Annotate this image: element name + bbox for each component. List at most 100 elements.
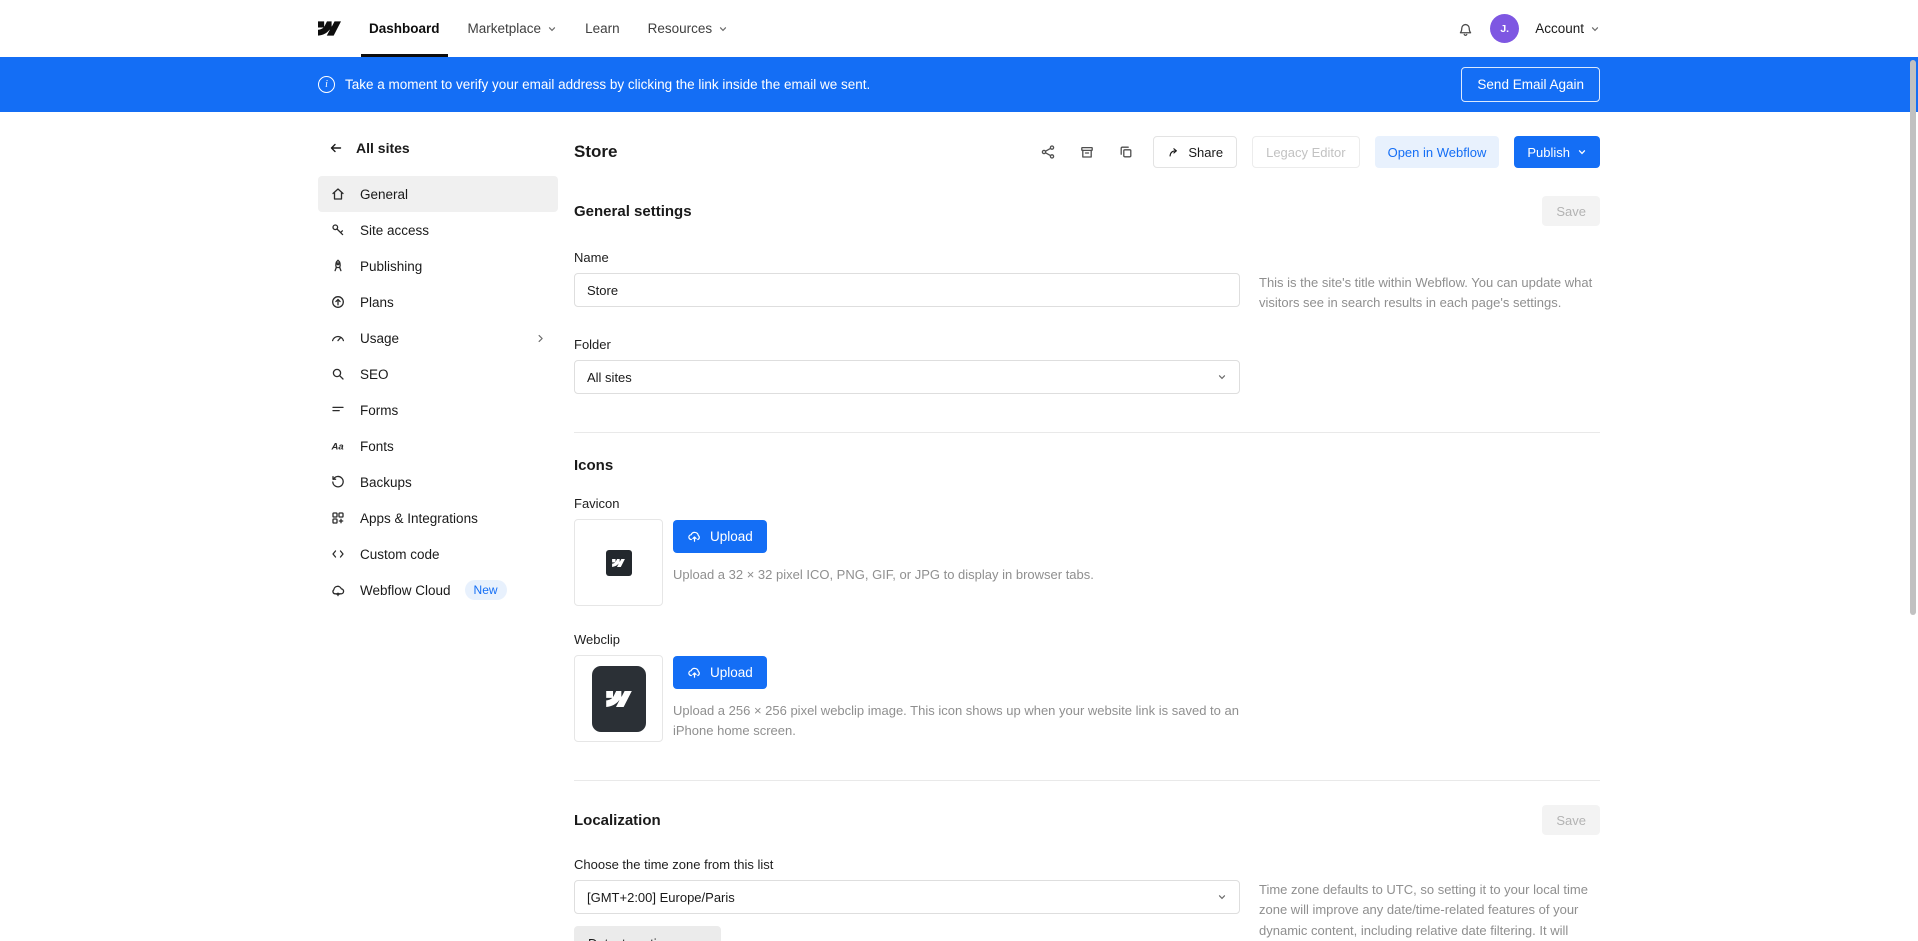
sidebar-item-label: Apps & Integrations: [360, 511, 478, 526]
webclip-preview: [574, 655, 663, 742]
restore-icon: [330, 474, 346, 490]
rocket-icon: [330, 258, 346, 274]
timezone-select[interactable]: [GMT+2:00] Europe/Paris: [574, 880, 1240, 914]
timezone-select-value: [GMT+2:00] Europe/Paris: [587, 890, 735, 905]
account-menu[interactable]: Account: [1535, 21, 1600, 36]
sidebar-item-general[interactable]: General: [318, 176, 558, 212]
banner-message: Take a moment to verify your email addre…: [345, 77, 870, 92]
sidebar-item-fonts[interactable]: Aa Fonts: [318, 428, 558, 464]
sidebar-item-apps-integrations[interactable]: Apps & Integrations: [318, 500, 558, 536]
user-avatar[interactable]: J.: [1490, 14, 1519, 43]
upload-label: Upload: [710, 529, 753, 544]
svg-text:Aa: Aa: [331, 442, 344, 453]
nav-tab-resources[interactable]: Resources: [634, 0, 743, 57]
sidebar-item-usage[interactable]: Usage: [318, 320, 558, 356]
chevron-down-icon: [1577, 147, 1587, 157]
sidebar-item-plans[interactable]: Plans: [318, 284, 558, 320]
name-field-label: Name: [574, 250, 1240, 265]
upload-cloud-icon: [687, 529, 702, 544]
legacy-editor-button[interactable]: Legacy Editor: [1252, 136, 1360, 168]
section-divider: [574, 780, 1600, 781]
apps-grid-icon: [330, 510, 346, 526]
nav-tab-resources-label: Resources: [648, 21, 713, 36]
nav-tab-learn-label: Learn: [585, 21, 620, 36]
sidebar-item-label: Backups: [360, 475, 412, 490]
section-divider: [574, 432, 1600, 433]
duplicate-icon[interactable]: [1114, 140, 1138, 164]
open-in-webflow-button[interactable]: Open in Webflow: [1375, 136, 1500, 168]
timezone-help-text: Time zone defaults to UTC, so setting it…: [1259, 835, 1595, 941]
page-title: Store: [574, 142, 617, 162]
sidebar-item-custom-code[interactable]: Custom code: [318, 536, 558, 572]
chevron-down-icon: [1217, 892, 1227, 902]
webflow-logo-icon[interactable]: [318, 0, 341, 57]
arrow-up-circle-icon: [330, 294, 346, 310]
detect-timezone-button[interactable]: Detect my time zone: [574, 926, 721, 941]
nav-tab-learn[interactable]: Learn: [571, 0, 634, 57]
chevron-right-icon: [535, 333, 546, 344]
name-help-text: This is the site's title within Webflow.…: [1259, 226, 1595, 313]
sidebar-item-label: Site access: [360, 223, 429, 238]
folder-field-label: Folder: [574, 337, 1240, 352]
key-icon: [330, 222, 346, 238]
upload-label: Upload: [710, 665, 753, 680]
top-navigation: Dashboard Marketplace Learn Resources J.: [0, 0, 1918, 57]
upload-cloud-icon: [687, 665, 702, 680]
code-icon: [330, 546, 346, 562]
nav-tab-dashboard-label: Dashboard: [369, 21, 440, 36]
sidebar-item-label: Usage: [360, 331, 399, 346]
archive-icon[interactable]: [1075, 140, 1099, 164]
general-save-button[interactable]: Save: [1542, 196, 1600, 226]
favicon-help-text: Upload a 32 × 32 pixel ICO, PNG, GIF, or…: [673, 565, 1094, 585]
info-icon: i: [318, 76, 335, 93]
sidebar-item-seo[interactable]: SEO: [318, 356, 558, 392]
back-label: All sites: [356, 140, 410, 156]
timezone-field-label: Choose the time zone from this list: [574, 857, 1240, 872]
chevron-down-icon: [1590, 24, 1600, 34]
localization-heading: Localization: [574, 812, 661, 829]
share-arrow-icon: [1167, 145, 1181, 159]
sidebar-item-forms[interactable]: Forms: [318, 392, 558, 428]
transfer-site-icon[interactable]: [1036, 140, 1060, 164]
favicon-upload-button[interactable]: Upload: [673, 520, 767, 553]
sidebar-item-label: Plans: [360, 295, 394, 310]
sidebar-item-label: Forms: [360, 403, 398, 418]
email-verification-banner: i Take a moment to verify your email add…: [0, 57, 1918, 112]
sidebar-item-webflow-cloud[interactable]: Webflow Cloud New: [318, 572, 558, 608]
avatar-initials: J.: [1500, 23, 1509, 35]
icons-heading: Icons: [574, 457, 613, 474]
home-icon: [330, 186, 346, 202]
favicon-preview: [574, 519, 663, 606]
chevron-down-icon: [1217, 372, 1227, 382]
share-button[interactable]: Share: [1153, 136, 1237, 168]
forms-icon: [330, 402, 346, 418]
webclip-upload-button[interactable]: Upload: [673, 656, 767, 689]
sidebar-item-site-access[interactable]: Site access: [318, 212, 558, 248]
settings-content: Store Share Legacy Editor O: [574, 134, 1600, 941]
sidebar-item-label: General: [360, 187, 408, 202]
account-label: Account: [1535, 21, 1584, 36]
favicon-image: [606, 550, 632, 576]
publish-button[interactable]: Publish: [1514, 136, 1600, 168]
nav-tab-marketplace[interactable]: Marketplace: [454, 0, 572, 57]
sidebar-item-label: Custom code: [360, 547, 440, 562]
folder-select[interactable]: All sites: [574, 360, 1240, 394]
favicon-label: Favicon: [574, 496, 1600, 511]
webclip-image: [592, 666, 646, 732]
sidebar-item-label: Publishing: [360, 259, 422, 274]
notifications-bell-icon[interactable]: [1457, 20, 1474, 37]
nav-tab-dashboard[interactable]: Dashboard: [355, 0, 454, 57]
new-badge: New: [465, 580, 507, 600]
scrollbar-thumb[interactable]: [1910, 60, 1916, 615]
chevron-down-icon: [547, 24, 557, 34]
localization-save-button[interactable]: Save: [1542, 805, 1600, 835]
site-name-input[interactable]: [574, 273, 1240, 307]
nav-tab-marketplace-label: Marketplace: [468, 21, 542, 36]
back-to-all-sites[interactable]: All sites: [318, 134, 558, 162]
settings-sidebar: All sites General Site access Publishing…: [318, 134, 558, 941]
folder-select-value: All sites: [587, 370, 632, 385]
publish-label: Publish: [1527, 145, 1570, 160]
send-email-again-button[interactable]: Send Email Again: [1461, 67, 1600, 102]
sidebar-item-backups[interactable]: Backups: [318, 464, 558, 500]
sidebar-item-publishing[interactable]: Publishing: [318, 248, 558, 284]
